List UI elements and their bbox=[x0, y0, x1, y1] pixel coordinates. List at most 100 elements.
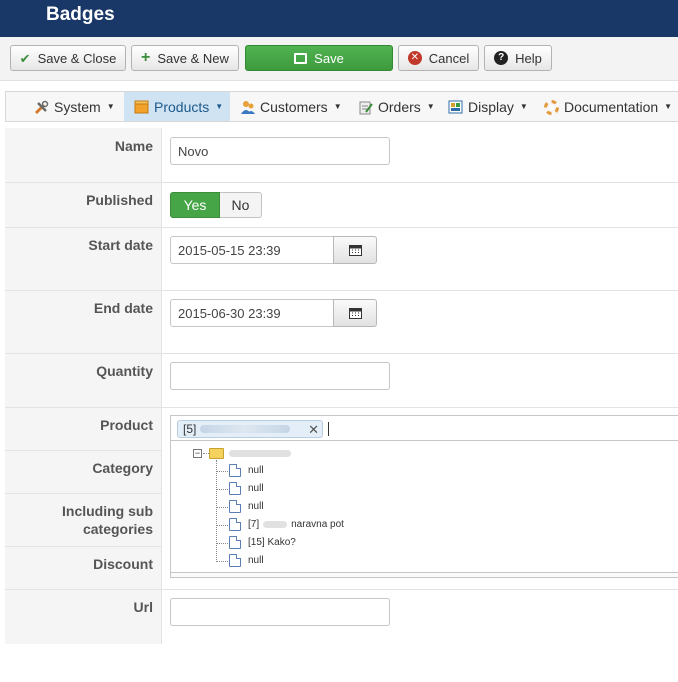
tree-item[interactable]: [15] Kako? bbox=[229, 536, 296, 549]
start-date-input[interactable]: 2015-05-15 23:39 bbox=[170, 236, 334, 264]
box-icon bbox=[134, 100, 149, 114]
folder-icon bbox=[209, 448, 224, 459]
lifebuoy-icon bbox=[544, 99, 559, 115]
page-title: Badges bbox=[46, 4, 115, 25]
save-new-label: Save & New bbox=[157, 50, 229, 66]
cancel-label: Cancel bbox=[428, 50, 470, 66]
menu-display[interactable]: Display ▼ bbox=[448, 92, 528, 121]
help-button[interactable]: ? Help bbox=[484, 45, 552, 71]
discount-label: Discount bbox=[93, 556, 153, 572]
tree-item[interactable]: null bbox=[229, 500, 264, 513]
document-icon bbox=[229, 518, 241, 531]
row-divider bbox=[5, 182, 678, 183]
calendar-icon bbox=[348, 245, 362, 256]
product-chip-id: [5] bbox=[183, 422, 197, 436]
save-button[interactable]: Save bbox=[245, 45, 393, 71]
menu-documentation-label: Documentation bbox=[564, 98, 659, 115]
help-label: Help bbox=[515, 50, 542, 66]
category-label: Category bbox=[92, 460, 153, 476]
menu-products-label: Products bbox=[154, 98, 210, 115]
cancel-button[interactable]: ✕ Cancel bbox=[398, 45, 479, 71]
tree-connector bbox=[216, 460, 217, 562]
edit-icon bbox=[294, 52, 308, 64]
display-icon bbox=[448, 100, 463, 114]
users-icon bbox=[240, 100, 255, 114]
clipboard-icon bbox=[358, 100, 373, 114]
menu-orders-label: Orders bbox=[378, 98, 421, 115]
end-date-calendar-button[interactable] bbox=[333, 299, 377, 327]
close-icon: ✕ bbox=[407, 51, 422, 65]
tree-connector bbox=[216, 471, 228, 472]
tree-connector bbox=[216, 561, 228, 562]
save-new-button[interactable]: + Save & New bbox=[131, 45, 239, 71]
menu-display-label: Display bbox=[468, 98, 514, 115]
redacted-text bbox=[229, 450, 291, 457]
chevron-down-icon: ▼ bbox=[519, 102, 528, 111]
check-icon: ✔ bbox=[19, 50, 31, 66]
tree-item[interactable]: null bbox=[229, 464, 264, 477]
name-input[interactable]: Novo bbox=[170, 137, 390, 165]
wrench-icon bbox=[34, 100, 49, 114]
document-icon bbox=[229, 554, 241, 567]
save-close-button[interactable]: ✔ Save & Close bbox=[10, 45, 126, 71]
remove-chip-icon[interactable]: ✕ bbox=[308, 422, 319, 438]
published-toggle: Yes No bbox=[170, 192, 262, 218]
product-chip: [5] ✕ bbox=[177, 420, 323, 438]
end-date-input[interactable]: 2015-06-30 23:39 bbox=[170, 299, 334, 327]
tree-connector bbox=[216, 507, 228, 508]
menubar: System ▼ Products ▼ Customers ▼ Orders ▼… bbox=[5, 91, 678, 122]
menu-documentation[interactable]: Documentation ▼ bbox=[544, 92, 672, 121]
published-label: Published bbox=[86, 192, 153, 208]
url-input[interactable] bbox=[170, 598, 390, 626]
row-divider bbox=[5, 227, 678, 228]
quantity-input[interactable] bbox=[170, 362, 390, 390]
menu-system-label: System bbox=[54, 98, 101, 115]
menu-customers-label: Customers bbox=[260, 98, 328, 115]
url-label: Url bbox=[133, 599, 153, 615]
save-close-label: Save & Close bbox=[37, 50, 117, 66]
including-sub-categories-label: Including sub categories bbox=[62, 503, 153, 537]
save-label: Save bbox=[314, 50, 344, 66]
category-tree[interactable]: − null null null [7] naravna pot [15] Ka… bbox=[170, 441, 678, 578]
menu-products[interactable]: Products ▼ bbox=[124, 92, 230, 121]
chevron-down-icon: ▼ bbox=[426, 102, 435, 111]
start-date-calendar-button[interactable] bbox=[333, 236, 377, 264]
tree-connector bbox=[216, 543, 228, 544]
menu-orders[interactable]: Orders ▼ bbox=[358, 92, 435, 121]
row-divider bbox=[5, 353, 678, 354]
row-divider bbox=[5, 589, 678, 590]
app-header: Badges bbox=[0, 0, 678, 37]
chevron-down-icon: ▼ bbox=[215, 102, 224, 111]
document-icon bbox=[229, 500, 241, 513]
document-icon bbox=[229, 536, 241, 549]
end-date-label: End date bbox=[93, 300, 153, 316]
product-select[interactable]: [5] ✕ bbox=[170, 415, 678, 441]
product-label: Product bbox=[100, 417, 153, 433]
published-no-button[interactable]: No bbox=[220, 192, 262, 218]
document-icon bbox=[229, 482, 241, 495]
row-divider bbox=[5, 493, 162, 494]
chevron-down-icon: ▼ bbox=[333, 102, 342, 111]
horizontal-scrollbar[interactable] bbox=[171, 572, 678, 577]
published-yes-button[interactable]: Yes bbox=[170, 192, 220, 218]
plus-icon: + bbox=[141, 49, 151, 66]
menu-customers[interactable]: Customers ▼ bbox=[240, 92, 342, 121]
tree-item[interactable]: null bbox=[229, 482, 264, 495]
row-divider bbox=[5, 450, 162, 451]
tree-connector bbox=[216, 525, 228, 526]
tree-item[interactable]: [7] naravna pot bbox=[229, 518, 344, 531]
collapse-icon[interactable]: − bbox=[193, 449, 202, 458]
redacted-text bbox=[263, 521, 288, 528]
tree-connector bbox=[216, 489, 228, 490]
question-icon: ? bbox=[494, 51, 509, 65]
chevron-down-icon: ▼ bbox=[106, 102, 115, 111]
menu-system[interactable]: System ▼ bbox=[34, 92, 115, 121]
quantity-label: Quantity bbox=[96, 363, 153, 379]
tree-item[interactable]: null bbox=[229, 554, 264, 567]
text-cursor bbox=[328, 422, 329, 436]
badge-form: Name Novo Published Yes No Start date 20… bbox=[5, 128, 678, 644]
chevron-down-icon: ▼ bbox=[664, 102, 673, 111]
start-date-label: Start date bbox=[88, 237, 153, 253]
calendar-icon bbox=[348, 308, 362, 319]
row-divider bbox=[5, 407, 678, 408]
